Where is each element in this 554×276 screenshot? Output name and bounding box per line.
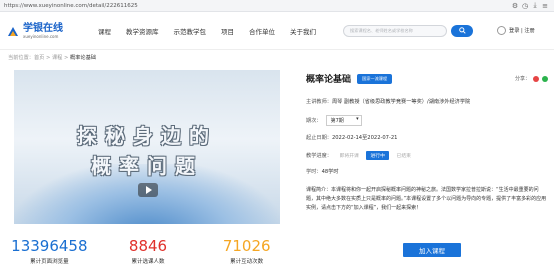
video-title-line1: 探秘身边的 bbox=[77, 124, 217, 148]
teacher-label: 主讲教师： bbox=[306, 99, 332, 105]
breadcrumb-prefix: 当前位置： bbox=[8, 55, 34, 61]
main-menu: 课程 教学资源库 示范教学包 项目 合作单位 关于我们 bbox=[98, 26, 331, 36]
logo-icon bbox=[6, 24, 20, 38]
user-icon bbox=[497, 26, 506, 35]
breadcrumb-current: 概率论基础 bbox=[70, 55, 96, 61]
stats-bar: 13396458 累计页面浏览量 8846 累计选课人数 71026 累计互动次… bbox=[0, 237, 296, 266]
status-ongoing[interactable]: 进行中 bbox=[366, 151, 389, 160]
stat-interactions: 71026 累计互动次数 bbox=[197, 237, 296, 266]
wechat-icon[interactable] bbox=[542, 75, 548, 82]
date-row: 起止日期：2022-02-14至2022-07-21 bbox=[306, 134, 397, 141]
breadcrumb-path[interactable]: 首页 > 课程 > bbox=[34, 55, 70, 61]
address-bar[interactable]: https://www.xueyinonline.com/detail/2226… bbox=[4, 3, 510, 9]
video-title-line2: 概率问题 bbox=[91, 154, 203, 178]
menu-item-resources[interactable]: 教学资源库 bbox=[126, 26, 159, 36]
desc-value: 本课程将和你一起开启探秘概率问题的神秘之旅。法国数学家拉普拉斯说：“生活中最重要… bbox=[306, 187, 547, 211]
stat-enrollments: 8846 累计选课人数 bbox=[99, 237, 198, 266]
term-label: 期次： bbox=[306, 118, 322, 124]
term-select[interactable]: 第7期 bbox=[325, 115, 362, 126]
teacher-value: 周琴 副教授（省级思政教学竞赛一等奖）/湖南涉外经济学院 bbox=[331, 99, 471, 105]
login-link[interactable]: 登录 | 注册 bbox=[497, 26, 535, 35]
status-ended[interactable]: 已结束 bbox=[393, 151, 415, 160]
play-icon[interactable] bbox=[138, 183, 158, 197]
search-input[interactable]: 搜索课程名、老师姓名或学校名称 bbox=[343, 24, 447, 37]
stat-label: 累计互动次数 bbox=[230, 259, 264, 265]
course-title: 概率论基础 bbox=[306, 75, 352, 85]
course-info-panel: 概率论基础 国家一流课程 分享： 主讲教师：周琴 副教授（省级思政教学竞赛一等奖… bbox=[306, 72, 548, 257]
join-course-button[interactable]: 加入课程 bbox=[403, 243, 461, 257]
stat-value: 13396458 bbox=[11, 237, 88, 255]
stat-label: 累计选课人数 bbox=[131, 259, 165, 265]
stat-label: 累计页面浏览量 bbox=[30, 259, 69, 265]
hours-row: 学时：48学时 bbox=[306, 168, 339, 175]
menu-item-partners[interactable]: 合作单位 bbox=[249, 26, 275, 36]
menu-item-projects[interactable]: 项目 bbox=[221, 26, 234, 36]
hours-label: 学时： bbox=[306, 169, 322, 175]
menu-icon[interactable]: ≡ bbox=[540, 2, 550, 10]
search-icon bbox=[458, 27, 466, 34]
breadcrumb: 当前位置：首页 > 课程 > 概率论基础 bbox=[8, 54, 96, 61]
weibo-icon[interactable] bbox=[533, 75, 539, 82]
date-value: 2022-02-14至2022-07-21 bbox=[331, 135, 398, 141]
logo-name: 学银在线 bbox=[23, 22, 63, 34]
status-row: 教学进度： 即将开课 进行中 已结束 bbox=[306, 151, 415, 160]
status-upcoming[interactable]: 即将开课 bbox=[336, 151, 363, 160]
status-label: 教学进度： bbox=[306, 153, 332, 159]
logo-domain: xueyinonline.com bbox=[23, 33, 59, 39]
hours-value: 48学时 bbox=[321, 169, 339, 175]
desc-label: 课程简介： bbox=[306, 187, 332, 193]
stat-page-views: 13396458 累计页面浏览量 bbox=[0, 237, 99, 266]
menu-item-demo-packages[interactable]: 示范教学包 bbox=[174, 26, 207, 36]
search-button[interactable] bbox=[451, 24, 473, 37]
share-label: 分享： bbox=[514, 76, 530, 82]
menu-item-about[interactable]: 关于我们 bbox=[290, 26, 316, 36]
site-header: 学银在线 xueyinonline.com 课程 教学资源库 示范教学包 项目 … bbox=[0, 12, 554, 50]
course-description: 课程简介：本课程将和你一起开启探秘概率问题的神秘之旅。法国数学家拉普拉斯说：“生… bbox=[306, 186, 548, 213]
stat-value: 71026 bbox=[222, 237, 271, 255]
video-player[interactable]: 探秘身边的 概率问题 bbox=[14, 70, 280, 224]
settings-icon[interactable]: ⚙ bbox=[510, 2, 520, 10]
term-row: 期次： 第7期 bbox=[306, 115, 362, 126]
site-logo[interactable]: 学银在线 xueyinonline.com bbox=[6, 23, 98, 39]
share-group: 分享： bbox=[515, 75, 548, 82]
download-icon[interactable]: ⤓ bbox=[530, 1, 540, 10]
date-label: 起止日期： bbox=[306, 135, 332, 141]
clock-icon[interactable]: ◷ bbox=[520, 2, 530, 10]
browser-bar: https://www.xueyinonline.com/detail/2226… bbox=[0, 0, 554, 12]
course-badge: 国家一流课程 bbox=[357, 73, 393, 84]
menu-item-courses[interactable]: 课程 bbox=[98, 26, 111, 36]
stat-value: 8846 bbox=[128, 237, 168, 255]
login-label: 登录 | 注册 bbox=[509, 28, 535, 34]
teacher-row: 主讲教师：周琴 副教授（省级思政教学竞赛一等奖）/湖南涉外经济学院 bbox=[306, 98, 470, 105]
